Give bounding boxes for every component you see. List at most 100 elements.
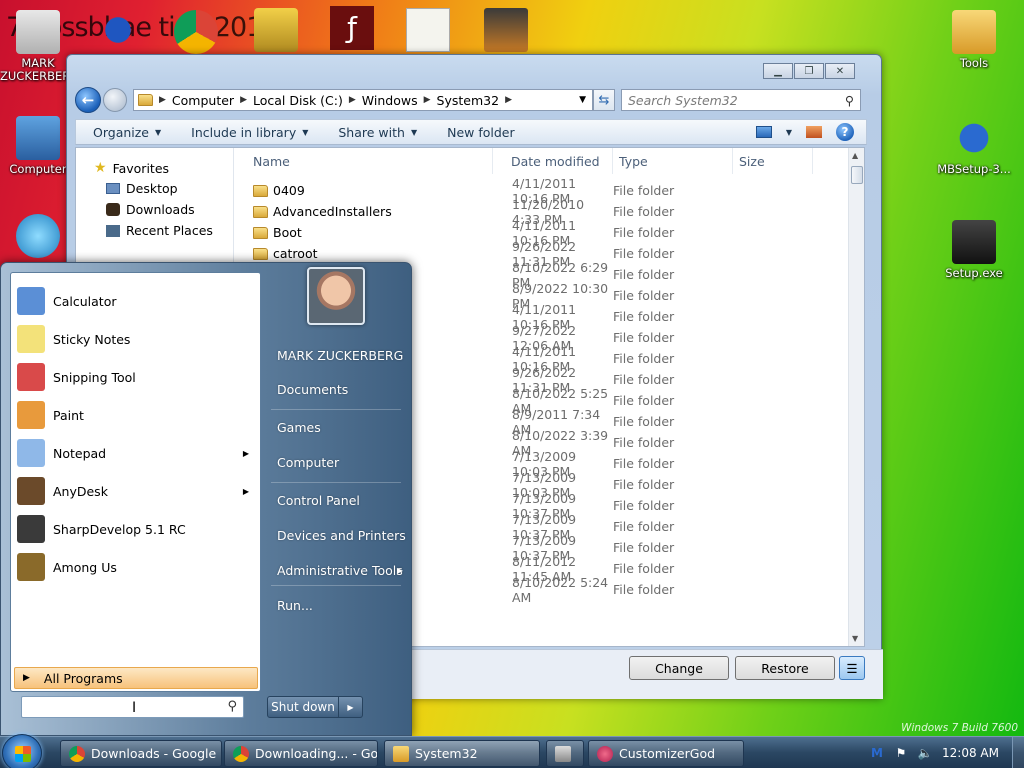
vertical-scrollbar[interactable]: ▲ ▼	[848, 148, 864, 646]
scroll-up-icon[interactable]: ▲	[852, 151, 858, 160]
document-top-icon[interactable]	[406, 8, 450, 52]
help-icon[interactable]: ?	[836, 123, 854, 141]
games-link[interactable]: Games	[277, 415, 407, 439]
command-bar: Organize ▼ Include in library ▼ Share with…	[75, 119, 867, 145]
file-type-cell: File folder	[613, 204, 675, 219]
chrome-top-icon[interactable]	[174, 10, 218, 54]
breadcrumb-system32[interactable]: System32 ▶	[437, 93, 512, 108]
program-item[interactable]: Paint	[17, 397, 257, 433]
window-controls: ▁ ❐ ✕	[763, 63, 855, 79]
desktop-icon-user[interactable]: MARK ZUCKERBERG	[0, 10, 79, 83]
user-folder-icon	[16, 10, 60, 54]
program-item[interactable]: Calculator	[17, 283, 257, 319]
run-link[interactable]: Run...	[277, 593, 407, 617]
desktop-icon-label: Computer	[9, 162, 67, 176]
archive-top-icon[interactable]	[254, 8, 298, 52]
breadcrumb-windows[interactable]: Windows ▶	[362, 93, 431, 108]
organize-menu[interactable]: Organize ▼	[93, 125, 161, 140]
taskbar-item-customizergod[interactable]: CustomizerGod	[588, 740, 744, 767]
action-center-icon[interactable]: ⚑	[894, 746, 908, 760]
program-item[interactable]: Notepad ▶	[17, 435, 257, 471]
shutdown-button[interactable]: Shut down	[267, 696, 339, 718]
restore-button[interactable]: Restore	[735, 656, 835, 680]
start-button[interactable]	[2, 734, 42, 768]
malwarebytes-top-icon[interactable]	[96, 8, 140, 52]
downloads-icon	[106, 203, 120, 216]
folder-icon	[393, 745, 409, 762]
share-with-menu[interactable]: Share with ▼	[338, 125, 417, 140]
nav-item-recent-places[interactable]: Recent Places	[106, 223, 213, 238]
administrative-tools-link[interactable]: Administrative Tools ▶	[277, 558, 407, 582]
taskbar-item-system32[interactable]: System32	[384, 740, 540, 767]
desktop-icon-network[interactable]	[0, 214, 76, 261]
program-item[interactable]: AnyDesk ▶	[17, 473, 257, 509]
nav-item-downloads[interactable]: Downloads	[106, 202, 195, 217]
desktop-icon-tools[interactable]: Tools	[936, 10, 1012, 70]
chevron-down-icon: ▼	[410, 127, 418, 137]
devices-and-printers-link[interactable]: Devices and Printers	[277, 523, 407, 547]
all-programs-button[interactable]: ▶ All Programs	[14, 667, 258, 689]
clock[interactable]: 12:08 AM	[942, 746, 999, 760]
address-bar[interactable]: ▶ Computer ▶ Local Disk (C:) ▶ Windows ▶ Sy…	[133, 89, 593, 111]
forward-button[interactable]	[103, 88, 127, 112]
new-folder-button[interactable]: New folder	[447, 125, 515, 140]
chevron-right-icon: ▶	[347, 702, 354, 712]
column-header-name[interactable]: Name	[235, 148, 493, 174]
shutdown-options-button[interactable]: ▶	[339, 696, 363, 718]
paint-icon	[17, 401, 45, 429]
nav-item-desktop[interactable]: Desktop	[106, 181, 178, 196]
control-panel-link[interactable]: Control Panel	[277, 488, 407, 512]
nav-item-favorites[interactable]: ★ Favorites	[94, 160, 169, 176]
user-name-link[interactable]: MARK ZUCKERBERG	[277, 343, 407, 367]
chevron-down-icon[interactable]: ▼	[786, 128, 792, 137]
start-menu-right-pane: MARK ZUCKERBERG Documents Games Computer…	[263, 263, 413, 737]
breadcrumb-local-disk[interactable]: Local Disk (C:) ▶	[253, 93, 356, 108]
avatar[interactable]	[307, 267, 365, 325]
include-in-library-menu[interactable]: Include in library ▼	[191, 125, 308, 140]
desktop-icon-mbsetup[interactable]: MBSetup-3...	[936, 116, 1012, 176]
program-item[interactable]: SharpDevelop 5.1 RC	[17, 511, 257, 547]
file-type-cell: File folder	[613, 540, 675, 555]
minimize-button[interactable]: ▁	[763, 63, 793, 79]
show-desktop-button[interactable]	[1012, 737, 1024, 768]
scroll-thumb[interactable]	[851, 166, 863, 184]
program-item[interactable]: Sticky Notes	[17, 321, 257, 357]
maximize-button[interactable]: ❐	[794, 63, 824, 79]
refresh-button[interactable]: ⇆	[593, 89, 615, 111]
app-top-icon[interactable]	[484, 8, 528, 52]
menu-toggle-button[interactable]: ☰	[839, 656, 865, 680]
column-header-type[interactable]: Type	[613, 148, 733, 174]
start-search-input[interactable]: I ⚲	[21, 696, 244, 718]
column-header-date-modified[interactable]: Date modified	[493, 148, 613, 174]
close-button[interactable]: ✕	[825, 63, 855, 79]
divider	[271, 585, 401, 586]
preview-pane-icon[interactable]	[806, 126, 822, 138]
malwarebytes-tray-icon[interactable]: M	[870, 746, 884, 760]
file-type-cell: File folder	[613, 393, 675, 408]
column-header-size[interactable]: Size	[733, 148, 813, 174]
program-item[interactable]: Snipping Tool	[17, 359, 257, 395]
view-options-icon[interactable]	[755, 126, 772, 138]
program-item[interactable]: Among Us	[17, 549, 257, 585]
documents-link[interactable]: Documents	[277, 377, 407, 401]
desktop-icon-setup[interactable]: Setup.exe	[936, 220, 1012, 280]
back-button[interactable]: ←	[75, 87, 101, 113]
chrome-icon	[69, 745, 85, 762]
taskbar-item-chrome-downloads[interactable]: Downloads - Google ...	[60, 740, 222, 767]
change-button[interactable]: Change	[629, 656, 729, 680]
volume-icon[interactable]: 🔈	[918, 746, 933, 760]
file-type-cell: File folder	[613, 435, 675, 450]
desktop-icon-computer[interactable]: Computer	[0, 116, 76, 176]
address-dropdown-icon[interactable]: ▼	[579, 95, 586, 105]
file-type-cell: File folder	[613, 498, 675, 513]
taskbar-item-app[interactable]	[546, 740, 584, 767]
file-type-cell: File folder	[613, 309, 675, 324]
computer-link[interactable]: Computer	[277, 450, 407, 474]
flash-top-icon[interactable]: ƒ	[330, 6, 374, 50]
scroll-down-icon[interactable]: ▼	[852, 634, 858, 643]
desktop-icon	[106, 183, 120, 194]
search-input[interactable]: Search System32 ⚲	[621, 89, 861, 111]
snipping-tool-icon	[17, 363, 45, 391]
taskbar-item-chrome-downloading[interactable]: Downloading... - Go...	[224, 740, 378, 767]
breadcrumb-computer[interactable]: Computer ▶	[172, 93, 247, 108]
